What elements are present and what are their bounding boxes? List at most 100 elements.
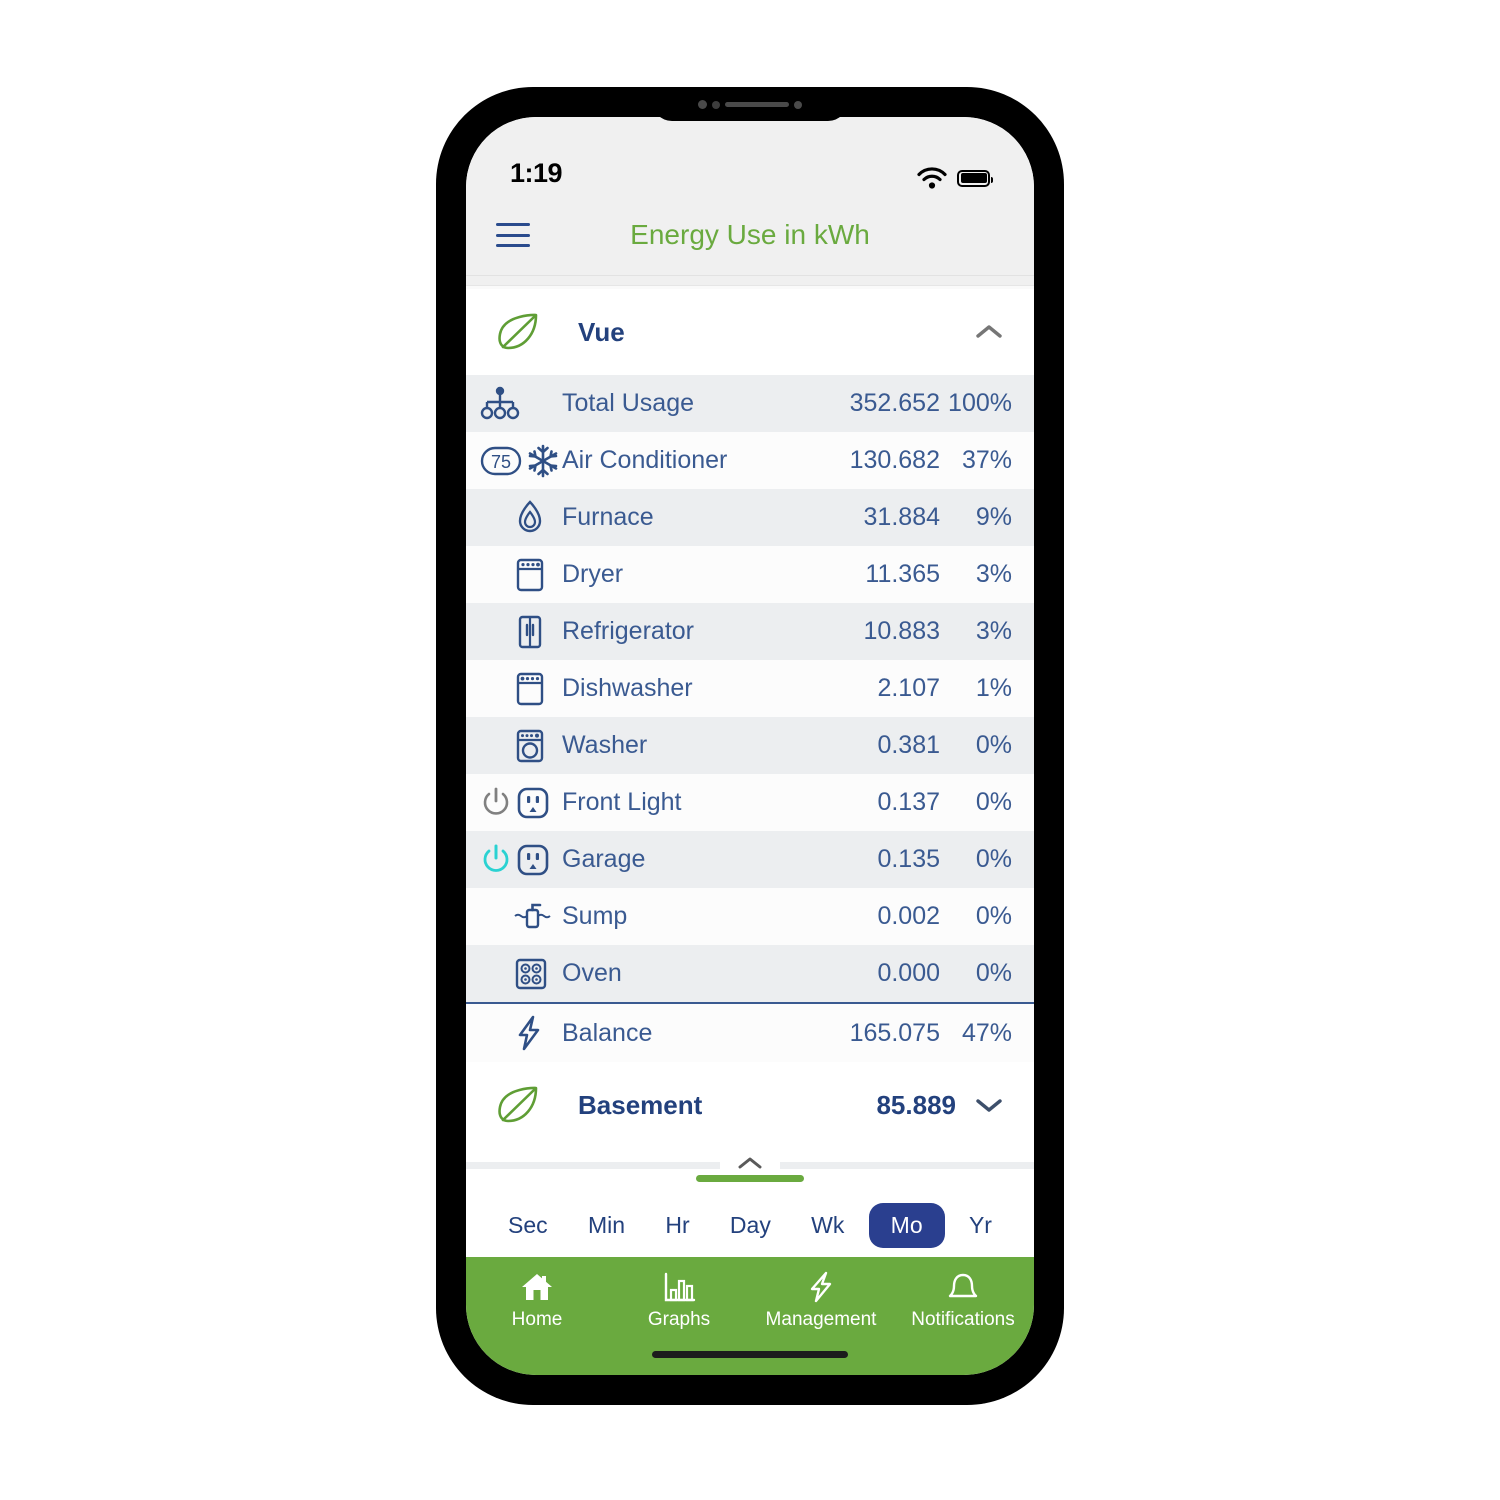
row-value: 130.682 [849, 446, 940, 474]
table-row[interactable]: Total Usage 352.652 100% [466, 375, 1034, 432]
table-row[interactable]: Garage 0.135 0% [466, 831, 1034, 888]
row-label: Sump [562, 902, 628, 930]
row-percent: 1% [975, 674, 1012, 702]
tab-home[interactable]: Home [472, 1270, 602, 1331]
content-scroll-area[interactable]: Vue Total Usage 352.652 100% 75 Air Cond… [466, 276, 1034, 1193]
time-option-hr[interactable]: Hr [649, 1205, 705, 1246]
row-percent: 3% [975, 560, 1012, 588]
phone-screen: 1:19 Energy Use in kWh Vue Total Usage 3… [466, 117, 1034, 1375]
power-and-outlet-icons [480, 843, 554, 877]
table-row[interactable]: Furnace 31.884 9% [466, 489, 1034, 546]
tab-notifications[interactable]: Notifications [898, 1270, 1028, 1331]
table-row[interactable]: 75 Air Conditioner 130.682 37% [466, 432, 1034, 489]
stove-icon [480, 957, 554, 991]
chevron-up-icon[interactable] [720, 1151, 780, 1175]
row-percent: 100% [948, 389, 1012, 417]
tab-label: Graphs [647, 1309, 711, 1330]
power-toggle-icon[interactable] [480, 843, 512, 877]
bottom-tab-bar: Home Graphs Management Notifications [466, 1257, 1034, 1375]
front-camera-icon [698, 100, 707, 109]
time-option-mo[interactable]: Mo [868, 1202, 945, 1248]
row-percent: 9% [975, 503, 1012, 531]
table-row[interactable]: Washer 0.381 0% [466, 717, 1034, 774]
app-header: Energy Use in kWh [466, 195, 1034, 276]
svg-text:75: 75 [491, 452, 511, 472]
proximity-sensor-icon [794, 100, 802, 109]
flame-icon [480, 499, 554, 536]
table-row[interactable]: Dishwasher 2.107 1% [466, 660, 1034, 717]
battery-full-icon [957, 169, 993, 187]
row-value: 10.883 [863, 617, 940, 645]
row-label: Furnace [562, 503, 654, 531]
section-title: Basement [578, 1089, 703, 1120]
row-value: 0.000 [877, 959, 940, 987]
time-option-wk[interactable]: Wk [795, 1205, 860, 1246]
row-value: 0.135 [877, 845, 940, 873]
power-and-outlet-icons [480, 786, 554, 820]
power-toggle-icon[interactable] [480, 786, 512, 820]
screenshot-canvas: 1:19 Energy Use in kWh Vue Total Usage 3… [0, 0, 1500, 1500]
table-row[interactable]: Refrigerator 10.883 3% [466, 603, 1034, 660]
row-label: Dishwasher [562, 674, 693, 702]
refrigerator-icon [480, 614, 554, 650]
outlet-icon [516, 843, 550, 877]
row-value: 165.075 [849, 1018, 940, 1047]
row-label: Refrigerator [562, 617, 694, 645]
tab-label: Home [511, 1309, 563, 1330]
page-title: Energy Use in kWh [630, 219, 870, 250]
row-label: Front Light [562, 788, 682, 816]
section-header-basement[interactable]: Basement 85.889 [466, 1062, 1034, 1148]
hamburger-menu-icon[interactable] [496, 223, 530, 247]
table-row[interactable]: Sump 0.002 0% [466, 888, 1034, 945]
tab-management[interactable]: Management [756, 1270, 886, 1331]
status-bar-clock: 1:19 [510, 158, 563, 188]
phone-frame: 1:19 Energy Use in kWh Vue Total Usage 3… [437, 88, 1063, 1404]
dishwasher-icon [480, 671, 554, 707]
bar-chart-icon [660, 1270, 698, 1304]
time-range-selector[interactable]: Sec Min Hr Day Wk Mo Yr [466, 1193, 1034, 1257]
time-option-sec[interactable]: Sec [492, 1205, 564, 1246]
table-row[interactable]: Front Light 0.137 0% [466, 774, 1034, 831]
row-percent: 0% [975, 731, 1012, 759]
tab-graphs[interactable]: Graphs [614, 1270, 744, 1331]
row-value: 31.884 [863, 503, 940, 531]
status-bar: 1:19 [466, 117, 1034, 195]
section-value: 85.889 [876, 1089, 956, 1120]
time-option-day[interactable]: Day [714, 1205, 787, 1246]
status-bar-icons [917, 167, 993, 189]
row-label: Balance [562, 1018, 653, 1047]
row-label: Air Conditioner [562, 446, 728, 474]
sheet-drag-handle[interactable] [466, 1148, 1034, 1193]
phone-notch [652, 88, 848, 121]
table-row[interactable]: Oven 0.000 0% [466, 945, 1034, 1002]
leaf-icon [496, 1085, 550, 1125]
sensor-icon [712, 100, 720, 109]
section-header-vue[interactable]: Vue [466, 289, 1034, 375]
row-percent: 3% [975, 617, 1012, 645]
row-label: Oven [562, 959, 622, 987]
time-option-yr[interactable]: Yr [953, 1205, 1008, 1246]
row-value: 0.137 [877, 788, 940, 816]
sump-pump-icon [480, 900, 554, 934]
tab-label: Management [765, 1309, 877, 1330]
house-icon [518, 1270, 556, 1304]
handle-grip-bar[interactable] [696, 1175, 804, 1182]
row-label: Washer [562, 731, 648, 759]
hierarchy-icon [480, 385, 554, 423]
bolt-icon [480, 1015, 554, 1051]
row-percent: 47% [961, 1018, 1012, 1047]
dryer-icon [480, 557, 554, 593]
earpiece-speaker-icon [725, 102, 789, 107]
table-row-balance[interactable]: Balance 165.075 47% [466, 1002, 1034, 1062]
row-percent: 37% [961, 446, 1012, 474]
chevron-down-icon[interactable] [974, 1090, 1004, 1120]
row-label: Dryer [562, 560, 624, 588]
time-option-min[interactable]: Min [572, 1205, 641, 1246]
row-percent: 0% [975, 902, 1012, 930]
chevron-up-icon[interactable] [974, 317, 1004, 347]
section-title: Vue [578, 316, 625, 347]
table-row[interactable]: Dryer 11.365 3% [466, 546, 1034, 603]
home-indicator-bar[interactable] [652, 1351, 848, 1358]
row-label: Total Usage [562, 389, 695, 417]
row-value: 0.381 [877, 731, 940, 759]
